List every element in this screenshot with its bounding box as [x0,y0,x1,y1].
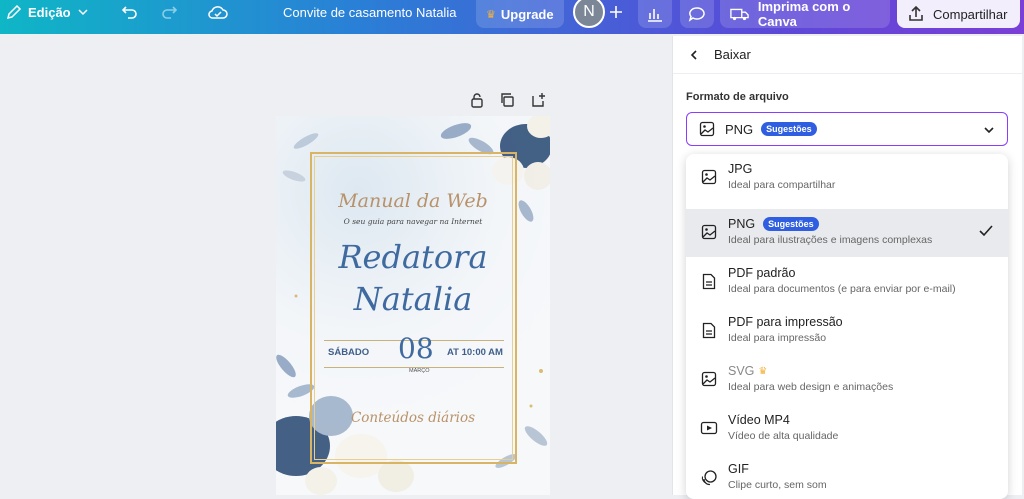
share-button[interactable]: Compartilhar [897,0,1020,28]
format-select[interactable]: PNG Sugestões [686,112,1008,146]
option-desc: Ideal para documentos (e para enviar por… [728,283,956,295]
redo-icon[interactable] [160,3,178,21]
panel-title: Baixar [714,47,751,62]
option-title: JPG [728,162,753,176]
document-icon [702,273,716,289]
card-name-line1: Redatora [338,238,488,276]
avatar[interactable]: N [573,0,605,28]
image-icon [701,169,717,185]
image-icon [699,121,715,137]
card-day: SÁBADO [328,347,370,358]
crown-icon: ♛ [758,365,768,377]
image-icon [701,371,717,387]
comments-button[interactable] [680,0,714,28]
upgrade-label: Upgrade [500,6,554,22]
card-month: MARÇO [409,368,430,374]
suggestion-badge: Sugestões [763,217,819,231]
format-option-gif[interactable]: GIF Clipe curto, sem som [686,454,1008,499]
option-desc: Ideal para ilustrações e imagens complex… [728,234,933,246]
option-desc: Vídeo de alta qualidade [728,430,839,442]
option-desc: Ideal para impressão [728,332,827,344]
chevron-down-icon [78,9,88,16]
option-desc: Ideal para compartilhar [728,179,836,191]
document-icon [702,322,716,338]
option-title: PNG [728,217,756,231]
option-title: PDF para impressão [728,315,843,329]
check-icon [979,225,993,237]
undo-icon[interactable] [121,3,139,21]
print-button[interactable]: Imprima com o Canva [720,0,890,29]
top-bar: Edição Convite de casamento Natalia ♛ Up… [0,0,1024,34]
format-option-svg[interactable]: SVG ♛ Ideal para web design e animações [686,356,1008,404]
edit-label: Edição [28,4,71,20]
chevron-left-icon[interactable] [688,49,700,61]
lock-icon[interactable] [470,92,484,108]
card-time: AT 10:00 AM [447,347,503,358]
crown-icon: ♛ [486,8,496,21]
card-date: 08 [398,332,434,365]
add-page-icon[interactable] [531,92,546,108]
pencil-icon [6,4,22,20]
cloud-saved-icon[interactable] [207,2,229,22]
card-name-line2: Natalia [353,280,473,318]
image-icon [701,224,717,240]
format-select-value: PNG [725,121,754,137]
option-desc: Ideal para web design e animações [728,381,894,393]
panel-header: Baixar [673,36,1022,74]
insights-button[interactable] [638,0,672,28]
format-label: Formato de arquivo [686,91,789,103]
format-option-jpg[interactable]: JPG Ideal para compartilhar [686,154,1008,202]
card-toolbar [470,92,546,108]
upgrade-button[interactable]: ♛ Upgrade [476,0,564,28]
avatar-initial: N [583,3,595,20]
option-title: PDF padrão [728,266,796,280]
edit-menu[interactable]: Edição [6,0,89,24]
bar-chart-icon [648,9,662,22]
format-option-png[interactable]: PNG Sugestões Ideal para ilustrações e ima… [686,209,1008,257]
share-label: Compartilhar [933,6,1008,22]
option-title: Vídeo MP4 [728,413,790,427]
suggestion-badge: Sugestões [761,122,817,136]
print-label: Imprima com o Canva [757,0,851,29]
format-dropdown: JPG Ideal para compartilhar PNG Sugestões I… [686,154,1008,499]
gif-icon [701,469,717,485]
video-icon [700,421,718,435]
document-title[interactable]: Convite de casamento Natalia [283,0,456,24]
card-brand: Manual da Web [338,190,488,212]
comment-icon [688,7,705,22]
option-title: GIF [728,462,749,476]
card-footer: Conteúdos diários [350,410,476,426]
chevron-down-icon [984,127,994,134]
upload-icon [909,5,923,21]
download-panel: Baixar Formato de arquivo PNG Sugestões … [672,36,1022,499]
format-option-pdf-standard[interactable]: PDF padrão Ideal para documentos (e para … [686,258,1008,306]
duplicate-icon[interactable] [500,92,515,108]
option-desc: Clipe curto, sem som [728,479,827,491]
format-option-mp4[interactable]: Vídeo MP4 Vídeo de alta qualidade [686,405,1008,453]
truck-icon [730,8,749,21]
invitation-card[interactable]: Manual da Web O seu guia para navegar na… [276,116,550,495]
card-tagline: O seu guia para navegar na Internet [343,217,483,226]
plus-icon[interactable] [608,4,624,20]
format-option-pdf-print[interactable]: PDF para impressão Ideal para impressão [686,307,1008,355]
option-title: SVG [728,364,755,378]
